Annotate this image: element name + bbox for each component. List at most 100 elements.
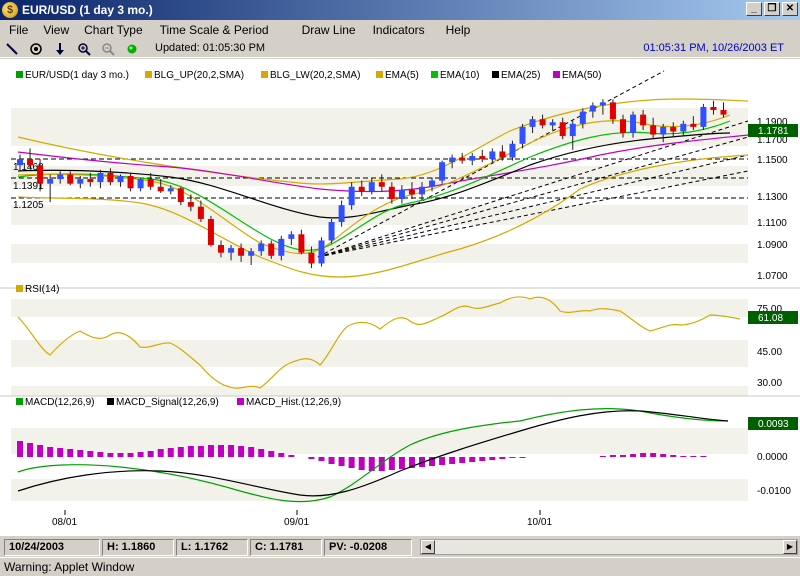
candle-body [670, 126, 677, 132]
arrow-down-icon[interactable] [48, 41, 72, 57]
candle-body [318, 240, 325, 264]
minimize-button[interactable]: _ [746, 2, 762, 16]
menu-time-scale[interactable]: Time Scale & Period [151, 23, 269, 37]
app-icon: $ [2, 2, 18, 18]
legend-ema5: EMA(5) [385, 70, 419, 81]
candle-body [27, 159, 34, 166]
candle-body [278, 238, 285, 256]
price-tick: 1.1100 [757, 218, 787, 229]
candle-body [449, 157, 456, 163]
chart-canvas[interactable]: EUR/USD(1 day 3 mo.) BLG_UP(20,2,SMA) BL… [0, 59, 800, 536]
macd-hist-bar [358, 457, 365, 470]
chart-area[interactable]: EUR/USD(1 day 3 mo.) BLG_UP(20,2,SMA) BL… [0, 59, 800, 536]
macd-hist-bar [258, 449, 265, 457]
candle-body [720, 110, 727, 115]
scroll-right-icon[interactable]: ▶ [783, 540, 797, 554]
x-label: 09/01 [284, 517, 309, 528]
legend-swatch [16, 398, 23, 405]
candle-body [47, 179, 54, 184]
candle-body [559, 122, 566, 137]
candle-body [167, 188, 174, 192]
macd-hist-bar [107, 453, 114, 457]
price-tick: 1.1500 [757, 155, 788, 166]
macd-hist-bar [248, 447, 255, 457]
macd-hist-bar [87, 451, 94, 457]
macd-hist-bar [218, 445, 224, 457]
legend-swatch [553, 71, 560, 78]
candle-body [569, 123, 576, 137]
close-button[interactable]: ✕ [782, 2, 798, 16]
grid-band [11, 186, 748, 205]
candle-body [589, 105, 596, 112]
macd-hist-bar [308, 457, 315, 459]
price-axis: 1.1900 1.1500 1.1300 1.1100 1.0900 1.070… [748, 117, 798, 282]
macd-legend: MACD(12,26,9) MACD_Signal(12,26,9) MACD_… [16, 397, 341, 408]
candle-body [228, 248, 235, 253]
legend-ema10: EMA(10) [440, 70, 479, 81]
macd-hist-bar [499, 457, 506, 459]
legend-swatch [107, 398, 114, 405]
macd-axis: 0.0000 -0.0100 0.0093 [748, 417, 798, 497]
legend-swatch [492, 71, 499, 78]
grid-band [11, 263, 748, 288]
grid-band [11, 367, 748, 386]
status-low: L: 1.1762 [176, 538, 248, 556]
candle-body [17, 159, 23, 166]
menu-draw-line[interactable]: Draw Line [293, 23, 356, 37]
macd-hist-bar [318, 457, 325, 461]
candle-body [147, 179, 154, 187]
candle-body [509, 143, 516, 158]
menu-chart-type[interactable]: Chart Type [75, 23, 142, 37]
legend-macd-signal: MACD_Signal(12,26,9) [116, 397, 219, 408]
candle-body [388, 186, 395, 200]
zoom-out-icon[interactable] [96, 41, 120, 57]
price-tick: 1.1300 [757, 192, 788, 203]
candle-body [700, 106, 707, 127]
crosshair-icon[interactable] [24, 41, 48, 57]
clock-display: 01:05:31 PM, 10/26/2003 ET [643, 42, 784, 54]
menu-indicators[interactable]: Indicators [364, 23, 425, 37]
draw-line-icon[interactable] [0, 41, 24, 57]
macd-hist-bar [630, 454, 637, 457]
zoom-in-icon[interactable] [72, 41, 96, 57]
macd-hist-bar [469, 457, 476, 462]
rsi-tick: 30.00 [757, 378, 782, 389]
legend-swatch [237, 398, 244, 405]
menu-help[interactable]: Help [437, 23, 471, 37]
legend-price: EUR/USD(1 day 3 mo.) [25, 70, 129, 81]
macd-hist-bar [167, 448, 174, 457]
macd-hist-bar [238, 446, 245, 457]
scroll-left-icon[interactable]: ◀ [421, 540, 435, 554]
horizontal-scrollbar[interactable]: ◀ ▶ [420, 539, 798, 555]
candle-body [680, 123, 687, 132]
maximize-button[interactable]: ❐ [764, 2, 780, 16]
macd-hist-bar [278, 453, 285, 457]
candle-body [298, 234, 305, 253]
window-title: EUR/USD (1 day 3 mo.) [22, 3, 153, 17]
candle-body [459, 157, 466, 161]
status-pv: PV: -0.0208 [324, 538, 412, 556]
macd-hist-bar [680, 456, 687, 457]
candle-body [308, 252, 315, 264]
candle-body [710, 106, 717, 111]
price-tick: 1.0900 [757, 240, 788, 251]
updated-time: Updated: 01:05:30 PM [155, 42, 266, 54]
menu-view[interactable]: View [34, 23, 69, 37]
candle-body [579, 111, 586, 124]
menu-file[interactable]: File [0, 23, 28, 37]
macd-hist-bar [348, 457, 355, 468]
candle-body [378, 182, 385, 187]
candle-body [137, 179, 144, 189]
candle-body [328, 222, 335, 241]
candle-body [630, 114, 637, 134]
macd-hist-bar [187, 446, 194, 457]
macd-hist-bar [398, 457, 405, 469]
candle-body [408, 189, 415, 195]
macd-hist-bar [37, 445, 44, 457]
macd-hist-bar [459, 457, 466, 463]
x-label: 10/01 [527, 517, 552, 528]
candle-body [599, 102, 606, 106]
candle-body [187, 202, 194, 207]
candle-body [157, 186, 164, 192]
candle-body [348, 186, 355, 206]
